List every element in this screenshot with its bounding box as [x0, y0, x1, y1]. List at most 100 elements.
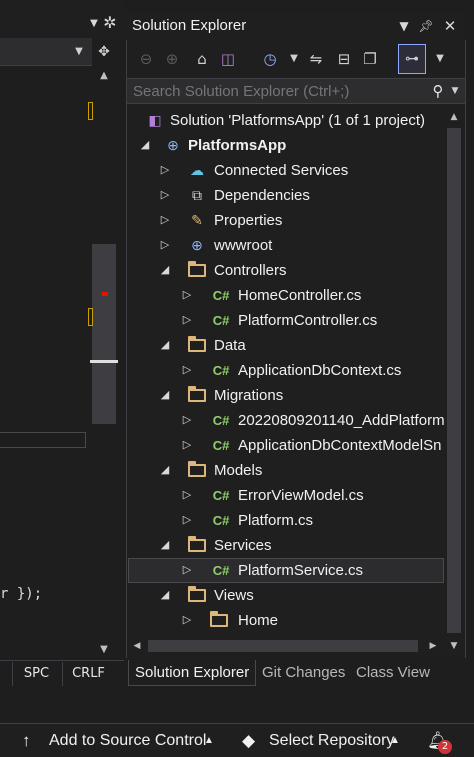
tree-file[interactable]: ▷ C# ApplicationDbContext.cs — [128, 358, 444, 383]
search-input[interactable] — [133, 80, 423, 102]
expanded-arrow-icon[interactable]: ◢ — [138, 133, 152, 158]
tab-git-changes[interactable]: Git Changes — [256, 660, 351, 686]
sync-with-active-document-icon[interactable]: ⊶ — [398, 44, 426, 74]
expanded-arrow-icon[interactable]: ◢ — [158, 583, 172, 608]
tree-folder[interactable]: ◢ Models — [128, 458, 444, 483]
folder-icon — [186, 333, 208, 358]
tree-node-label: wwwroot — [214, 237, 273, 254]
search-icon[interactable]: ⚲ — [428, 80, 448, 102]
tree-folder[interactable]: ▷ Home — [128, 608, 444, 633]
chevron-up-icon[interactable]: ▲ — [390, 728, 400, 754]
tree-scroll-thumb[interactable] — [447, 128, 461, 633]
expanded-arrow-icon[interactable]: ◢ — [158, 458, 172, 483]
tree-folder[interactable]: ◢ Controllers — [128, 258, 444, 283]
tree-file[interactable]: ▷ C# ApplicationDbContextModelSn — [128, 433, 444, 458]
collapsed-arrow-icon[interactable]: ▷ — [180, 308, 194, 333]
tree-hscroll-thumb[interactable] — [148, 640, 418, 652]
panel-title: Solution Explorer — [132, 17, 247, 34]
chevron-down-icon[interactable]: ▼ — [72, 42, 86, 62]
pending-changes-filter-icon[interactable]: ◷ — [258, 44, 282, 74]
show-all-files-icon[interactable]: ❐ — [358, 44, 382, 74]
tree-node-label: PlatformController.cs — [238, 312, 378, 329]
scroll-up-icon[interactable]: ▲ — [92, 66, 116, 86]
tab-solution-explorer[interactable]: Solution Explorer — [128, 660, 257, 686]
csharp-file-icon: C# — [212, 488, 230, 503]
panel-options-dropdown-icon[interactable]: ▼ — [394, 14, 414, 38]
split-icon[interactable]: ✥ — [92, 38, 116, 66]
chevron-down-icon[interactable]: ▼ — [282, 44, 306, 74]
collapsed-arrow-icon[interactable]: ▷ — [158, 158, 172, 183]
arrow-up-icon[interactable]: ↑ — [22, 728, 31, 754]
back-icon[interactable]: ⊖ — [134, 44, 158, 74]
tree-project-node[interactable]: ◢ ⊕ PlatformsApp — [128, 133, 444, 158]
tree-file-selected[interactable]: ▷ C# PlatformService.cs — [128, 558, 444, 583]
solution-icon: ◧ — [148, 112, 162, 128]
collapsed-arrow-icon[interactable]: ▷ — [180, 483, 194, 508]
tree-node-label: Migrations — [214, 387, 284, 404]
forward-icon[interactable]: ⊕ — [160, 44, 184, 74]
expanded-arrow-icon[interactable]: ◢ — [158, 533, 172, 558]
scroll-up-icon[interactable]: ▲ — [444, 108, 464, 126]
tree-node-label: Platform.cs — [238, 512, 314, 529]
pin-icon[interactable]: 📌︎ — [416, 14, 436, 38]
tree-item[interactable]: ▷ ⧉ Dependencies — [128, 183, 444, 208]
repository-icon[interactable]: ◆ — [242, 728, 255, 754]
expanded-arrow-icon[interactable]: ◢ — [158, 258, 172, 283]
tree-file[interactable]: ▷ C# Platform.cs — [128, 508, 444, 533]
collapsed-arrow-icon[interactable]: ▷ — [180, 433, 194, 458]
tree-node-label: Controllers — [214, 262, 287, 279]
editor-scroll-thumb[interactable] — [92, 244, 116, 424]
tree-node-label: ErrorViewModel.cs — [238, 487, 364, 504]
tab-class-view[interactable]: Class View — [350, 660, 436, 686]
scrollbar-error-marker — [102, 292, 108, 296]
tree-node-label: Services — [214, 537, 272, 554]
csharp-file-icon: C# — [212, 563, 230, 578]
tree-file[interactable]: ▷ C# ErrorViewModel.cs — [128, 483, 444, 508]
expanded-arrow-icon[interactable]: ◢ — [158, 333, 172, 358]
collapsed-arrow-icon[interactable]: ▷ — [180, 508, 194, 533]
tree-folder[interactable]: ◢ Views — [128, 583, 444, 608]
chevron-down-icon[interactable]: ▼ — [428, 44, 452, 74]
collapsed-arrow-icon[interactable]: ▷ — [180, 608, 194, 633]
tree-node-label: 20220809201140_AddPlatform — [238, 412, 444, 429]
close-icon[interactable]: ✕ — [440, 14, 460, 38]
line-ending-indicator[interactable]: CRLF — [62, 662, 114, 686]
search-options-dropdown-icon[interactable]: ▼ — [448, 80, 462, 102]
scroll-left-icon[interactable]: ◀ — [128, 636, 146, 656]
scroll-right-icon[interactable]: ▶ — [424, 636, 442, 656]
expanded-arrow-icon[interactable]: ◢ — [158, 383, 172, 408]
collapsed-arrow-icon[interactable]: ▷ — [180, 283, 194, 308]
home-icon[interactable]: ⌂ — [190, 44, 214, 74]
tree-file[interactable]: ▷ C# PlatformController.cs — [128, 308, 444, 333]
gear-icon[interactable]: ✲ — [100, 12, 120, 34]
csharp-file-icon: C# — [212, 413, 230, 428]
tree-item[interactable]: ▷ ⊕ wwwroot — [128, 233, 444, 258]
collapsed-arrow-icon[interactable]: ▷ — [180, 559, 194, 582]
sync-icon[interactable]: ⇋ — [304, 44, 328, 74]
tree-solution-node[interactable]: ◧ Solution 'PlatformsApp' (1 of 1 projec… — [128, 108, 444, 133]
collapsed-arrow-icon[interactable]: ▷ — [180, 358, 194, 383]
tree-item[interactable]: ▷ ☁ Connected Services — [128, 158, 444, 183]
tree-file[interactable]: ▷ C# 20220809201140_AddPlatform — [128, 408, 444, 433]
csharp-file-icon: C# — [212, 313, 230, 328]
chevron-up-icon[interactable]: ▲ — [204, 728, 214, 754]
collapsed-arrow-icon[interactable]: ▷ — [158, 233, 172, 258]
switch-views-icon[interactable]: ◫ — [216, 44, 240, 74]
tree-item[interactable]: ▷ ✎ Properties — [128, 208, 444, 233]
folder-icon — [208, 608, 230, 633]
scroll-down-icon[interactable]: ▼ — [444, 636, 464, 656]
collapse-all-icon[interactable]: ⊟ — [332, 44, 356, 74]
tree-folder[interactable]: ◢ Migrations — [128, 383, 444, 408]
collapsed-arrow-icon[interactable]: ▷ — [180, 408, 194, 433]
collapsed-arrow-icon[interactable]: ▷ — [158, 208, 172, 233]
select-repository-button[interactable]: Select Repository — [269, 728, 394, 754]
tree-folder[interactable]: ◢ Services — [128, 533, 444, 558]
tree-folder[interactable]: ◢ Data — [128, 333, 444, 358]
scroll-down-icon[interactable]: ▼ — [92, 640, 116, 660]
collapsed-arrow-icon[interactable]: ▷ — [158, 183, 172, 208]
whitespace-indicator[interactable]: SPC — [12, 662, 60, 686]
tree-file[interactable]: ▷ C# HomeController.cs — [128, 283, 444, 308]
tree-node-label: PlatformService.cs — [238, 562, 364, 579]
wrench-icon: ✎ — [191, 212, 203, 228]
add-to-source-control-button[interactable]: Add to Source Control — [49, 728, 206, 754]
